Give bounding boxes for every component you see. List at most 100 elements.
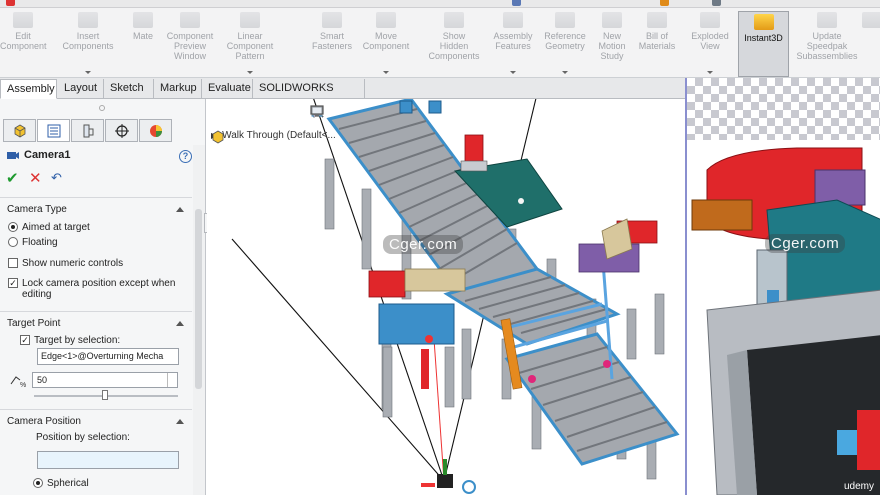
- assembly-features-icon: [503, 12, 523, 28]
- tab-assembly[interactable]: Assembly: [0, 79, 57, 99]
- camera-name: Camera1: [24, 149, 71, 161]
- tab-configuration-manager[interactable]: [71, 119, 104, 142]
- target-distance-input[interactable]: 50: [32, 372, 178, 388]
- position-selection-field[interactable]: [37, 451, 179, 469]
- mate-icon: [133, 12, 153, 28]
- update-speedpak-button[interactable]: Update Speedpak Subassemblies: [794, 10, 860, 76]
- insert-components-button[interactable]: Insert Components: [60, 10, 116, 76]
- tab-feature-manager[interactable]: [3, 119, 36, 142]
- options-icon[interactable]: [512, 0, 521, 6]
- view-orientation-icon[interactable]: [311, 105, 404, 119]
- camera-icon: [7, 152, 19, 159]
- target-point-header[interactable]: Target Point: [7, 318, 60, 329]
- more-commands-icon: [862, 12, 880, 28]
- collapse-camera-position-icon[interactable]: [176, 419, 184, 424]
- previous-view-icon[interactable]: [312, 105, 364, 119]
- reference-geometry-icon: [555, 12, 575, 28]
- tab-dimxpert-manager[interactable]: [105, 119, 138, 142]
- motor-base: [460, 160, 488, 172]
- spherical-radio[interactable]: [33, 478, 43, 488]
- left-station-clamp: [404, 268, 466, 292]
- left-station-motor[interactable]: [368, 270, 406, 298]
- tab-display-manager[interactable]: [139, 119, 172, 142]
- tab-sketch[interactable]: Sketch: [104, 79, 154, 99]
- smart-fasteners-button[interactable]: Smart Fasteners: [306, 10, 358, 76]
- mate-button[interactable]: Mate: [124, 10, 162, 76]
- camera-type-header[interactable]: Camera Type: [7, 204, 67, 215]
- configuration-icon: [83, 124, 93, 137]
- new-motion-study-button[interactable]: New Motion Study: [592, 10, 632, 76]
- floating-option[interactable]: Floating: [8, 237, 58, 248]
- cancel-button[interactable]: ✕: [29, 169, 42, 187]
- bill-of-materials-button[interactable]: Bill of Materials: [634, 10, 680, 76]
- feature-tree-flyout[interactable]: ▶ Walk Through (Default<...: [211, 130, 336, 144]
- bill-of-materials-icon: [647, 12, 667, 28]
- crosshair-icon: [114, 123, 129, 138]
- move-handle-icon[interactable]: [462, 480, 476, 494]
- move-component-button[interactable]: Move Component: [358, 10, 414, 76]
- ok-button[interactable]: ✔: [6, 169, 19, 187]
- camera-position-header[interactable]: Camera Position: [7, 416, 81, 427]
- target-by-selection-checkbox[interactable]: ✓: [20, 335, 30, 345]
- distance-spinner[interactable]: [167, 373, 177, 387]
- show-hidden-icon: [444, 12, 464, 28]
- zoom-to-area-icon[interactable]: [311, 105, 344, 119]
- tab-evaluate[interactable]: Evaluate: [202, 79, 253, 99]
- show-numeric-checkbox[interactable]: [8, 258, 18, 268]
- notifications-icon[interactable]: [660, 0, 669, 6]
- hide-show-items-icon[interactable]: [313, 105, 444, 119]
- reference-geometry-button[interactable]: Reference Geometry: [538, 10, 592, 76]
- target-selection-field[interactable]: Edge<1>@Overturning Mecha: [37, 348, 179, 365]
- undo-button[interactable]: ↶: [51, 170, 62, 186]
- assembly-features-button[interactable]: Assembly Features: [488, 10, 538, 76]
- panel-scrollbar-thumb[interactable]: [195, 209, 202, 389]
- left-station-frame[interactable]: [378, 303, 455, 345]
- property-manager: Camera1 ? ✔ ✕ ↶ Camera Type Aimed at tar…: [0, 99, 206, 495]
- camera-target-line: [433, 338, 445, 482]
- assembly-icon: [14, 124, 25, 137]
- graphics-area[interactable]: ▶ Walk Through (Default<... Cger.com: [207, 99, 685, 495]
- edit-appearance-icon[interactable]: [313, 105, 464, 119]
- assembly-name: Walk Through (Default<...: [222, 130, 336, 141]
- target-distance-slider-handle[interactable]: [102, 390, 108, 400]
- tab-solidworks-add-ins[interactable]: SOLIDWORKS Add-Ins: [253, 79, 365, 113]
- camera-view-pane[interactable]: Cger.com udemy: [685, 78, 880, 495]
- tab-markup[interactable]: Markup: [154, 79, 202, 99]
- panel-resize-handle[interactable]: [99, 105, 105, 111]
- pink-joint: [528, 375, 536, 383]
- show-hidden-components-button[interactable]: Show Hidden Components: [424, 10, 484, 76]
- spherical-option[interactable]: Spherical: [33, 478, 89, 489]
- section-view-icon[interactable]: [312, 105, 384, 119]
- insert-components-icon: [78, 12, 98, 28]
- aimed-radio[interactable]: [8, 222, 18, 232]
- lock-position-checkbox[interactable]: ✓: [8, 278, 18, 288]
- display-style-icon[interactable]: [311, 105, 424, 119]
- edit-component-button[interactable]: Edit Component: [0, 10, 47, 76]
- camera-axis-x: [421, 483, 435, 487]
- pink-joint: [603, 360, 611, 368]
- manager-tabs: [3, 119, 172, 143]
- more-commands-button[interactable]: [862, 10, 880, 76]
- left-station-leg: [444, 346, 455, 408]
- aimed-at-target-option[interactable]: Aimed at target: [8, 222, 90, 233]
- tab-property-manager[interactable]: [37, 119, 70, 142]
- target-by-selection-option[interactable]: ✓ Target by selection:: [20, 335, 120, 346]
- show-numeric-controls-option[interactable]: Show numeric controls: [8, 258, 123, 269]
- conveyor-assembly-model[interactable]: [207, 99, 685, 495]
- linear-component-pattern-button[interactable]: Linear Component Pattern: [220, 10, 280, 76]
- camera-glyph[interactable]: [437, 474, 453, 488]
- motor-red[interactable]: [464, 134, 484, 164]
- view-settings-icon[interactable]: [310, 105, 504, 119]
- floating-radio[interactable]: [8, 237, 18, 247]
- component-preview-window-button[interactable]: Component Preview Window: [162, 10, 218, 76]
- apply-scene-icon[interactable]: [311, 105, 484, 119]
- tab-layout[interactable]: Layout: [58, 79, 104, 99]
- instant3d-button[interactable]: Instant3D: [738, 11, 789, 77]
- checker-background: [687, 78, 880, 140]
- collapse-target-point-icon[interactable]: [176, 321, 184, 326]
- help-menu-icon[interactable]: [712, 0, 721, 6]
- lock-camera-position-option[interactable]: ✓ Lock camera position except when editin…: [8, 278, 184, 300]
- collapse-camera-type-icon[interactable]: [176, 207, 184, 212]
- exploded-view-button[interactable]: Exploded View: [686, 10, 734, 76]
- help-icon[interactable]: ?: [179, 150, 192, 163]
